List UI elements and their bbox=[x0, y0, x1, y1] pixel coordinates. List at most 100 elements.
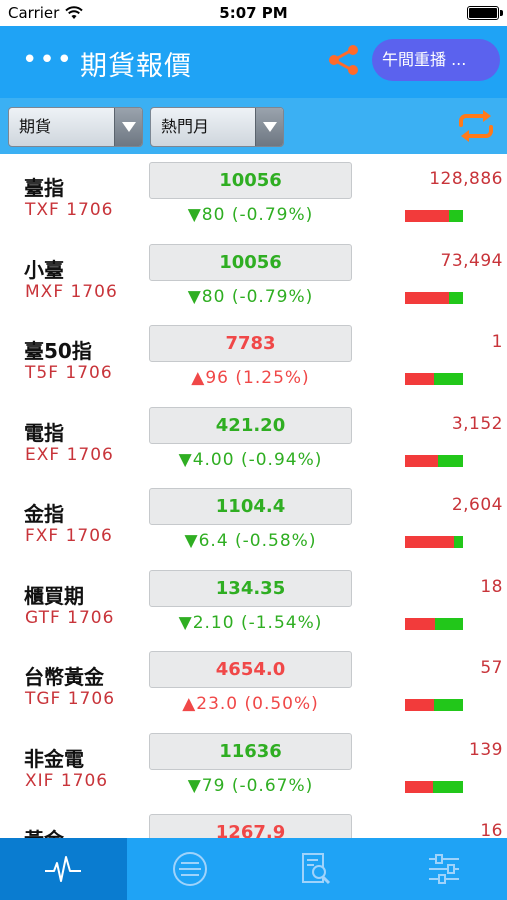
buy-sell-ratio-bar bbox=[405, 291, 463, 304]
contract-code: EXF 1706 bbox=[25, 444, 114, 465]
sell-ratio-segment bbox=[438, 454, 463, 467]
sell-ratio-segment bbox=[435, 617, 463, 630]
month-select-value: 熱門月 bbox=[161, 117, 210, 136]
refresh-icon[interactable] bbox=[455, 108, 497, 144]
trade-volume: 139 bbox=[469, 739, 503, 760]
page-title: 期貨報價 bbox=[80, 51, 192, 82]
contract-name: 台幣黃金 bbox=[24, 665, 104, 689]
contract-name: 非金電 bbox=[24, 746, 84, 771]
quote-row[interactable]: 電指 EXF 1706 421.20 ▼4.00 (-0.94%) 3,152 bbox=[0, 399, 507, 481]
contract-code: GTF 1706 bbox=[25, 607, 115, 628]
bottom-tab-bar bbox=[0, 838, 507, 900]
price-change: ▼6.4 (-0.58%) bbox=[184, 531, 317, 551]
chevron-down-icon bbox=[114, 108, 142, 146]
category-select-value: 期貨 bbox=[19, 117, 52, 136]
trade-volume: 128,886 bbox=[429, 169, 503, 189]
contract-code: FXF 1706 bbox=[25, 526, 113, 546]
price-box: 10056 bbox=[149, 243, 352, 281]
quote-row[interactable]: 櫃買期 GTF 1706 134.35 ▼2.10 (-1.54%) 18 bbox=[0, 562, 507, 644]
chevron-down-icon bbox=[255, 108, 283, 146]
buy-ratio-segment bbox=[405, 617, 436, 630]
trade-volume: 73,494 bbox=[440, 250, 503, 271]
contract-code: TXF 1706 bbox=[25, 200, 114, 220]
share-icon[interactable] bbox=[326, 42, 362, 78]
price-change: ▲96 (1.25%) bbox=[191, 368, 310, 388]
buy-sell-ratio-bar bbox=[405, 780, 463, 793]
quote-row[interactable]: 金指 FXF 1706 1104.4 ▼6.4 (-0.58%) 2,604 bbox=[0, 480, 507, 562]
price-change: ▼2.10 (-1.54%) bbox=[178, 612, 323, 633]
price-box: 1267.9 bbox=[149, 814, 352, 838]
filter-bar: 期貨 熱門月 bbox=[0, 98, 507, 154]
quote-row[interactable]: 台幣黃金 TGF 1706 4654.0 ▲23.0 (0.50%) 57 bbox=[0, 643, 507, 725]
contract-code: T5F 1706 bbox=[25, 363, 113, 383]
quote-row[interactable]: 臺50指 T5F 1706 7783 ▲96 (1.25%) 1 bbox=[0, 317, 507, 399]
sell-ratio-segment bbox=[432, 780, 463, 793]
contract-name: 臺50指 bbox=[24, 339, 92, 363]
buy-sell-ratio-bar bbox=[405, 210, 463, 222]
status-bar: Carrier 5:07 PM bbox=[0, 0, 507, 26]
list-circle-icon bbox=[173, 852, 208, 886]
contract-name: 電指 bbox=[24, 420, 64, 445]
buy-ratio-segment bbox=[405, 373, 434, 385]
price-box: 7783 bbox=[149, 325, 352, 362]
buy-ratio-segment bbox=[405, 699, 434, 711]
trade-volume: 3,152 bbox=[451, 413, 503, 434]
price-change: ▼80 (-0.79%) bbox=[187, 205, 314, 225]
quote-list[interactable]: 臺指 TXF 1706 10056 ▼80 (-0.79%) 128,886 小臺 MXF … bbox=[0, 154, 507, 838]
price-box: 421.20 bbox=[149, 406, 352, 444]
header-bar: ••• 期貨報價 午間重播 ... bbox=[0, 26, 507, 98]
buy-ratio-segment bbox=[405, 291, 450, 304]
sell-ratio-segment bbox=[434, 699, 463, 711]
document-search-icon bbox=[301, 853, 330, 885]
buy-ratio-segment bbox=[405, 210, 449, 222]
trade-volume: 2,604 bbox=[451, 495, 503, 515]
contract-name: 臺指 bbox=[24, 176, 64, 200]
contract-name: 小臺 bbox=[24, 257, 64, 282]
tab-quotes[interactable] bbox=[0, 838, 127, 900]
price-box: 4654.0 bbox=[149, 651, 352, 688]
price-box: 10056 bbox=[149, 162, 352, 199]
sell-ratio-segment bbox=[434, 373, 463, 385]
trade-volume: 1 bbox=[491, 332, 503, 352]
sell-ratio-segment bbox=[453, 536, 463, 548]
contract-name: 金指 bbox=[24, 502, 64, 526]
buy-ratio-segment bbox=[405, 454, 439, 467]
contract-name: 櫃買期 bbox=[24, 583, 84, 608]
trade-volume: 57 bbox=[480, 658, 503, 678]
quote-row[interactable]: 非金電 XIF 1706 11636 ▼79 (-0.67%) 139 bbox=[0, 725, 507, 807]
buy-ratio-segment bbox=[405, 780, 433, 793]
buy-sell-ratio-bar bbox=[405, 617, 463, 630]
quote-row[interactable]: 黃金GDF 17061267.916 bbox=[0, 806, 507, 838]
more-menu-icon[interactable]: ••• bbox=[22, 47, 74, 73]
sell-ratio-segment bbox=[448, 210, 463, 222]
trade-volume: 16 bbox=[480, 821, 503, 838]
session-replay-button[interactable]: 午間重播 ... bbox=[372, 39, 500, 81]
buy-ratio-segment bbox=[405, 536, 454, 548]
month-select[interactable]: 熱門月 bbox=[150, 107, 284, 147]
tab-list[interactable] bbox=[127, 838, 254, 900]
category-select[interactable]: 期貨 bbox=[8, 107, 143, 147]
contract-name: 黃金 bbox=[24, 824, 64, 838]
pulse-icon bbox=[45, 856, 82, 882]
price-change: ▼80 (-0.79%) bbox=[187, 286, 314, 307]
tab-search-report[interactable] bbox=[254, 838, 381, 900]
sliders-icon bbox=[428, 854, 459, 884]
contract-code: XIF 1706 bbox=[25, 770, 109, 791]
tab-settings[interactable] bbox=[380, 838, 507, 900]
sell-ratio-segment bbox=[449, 291, 463, 304]
price-change: ▼4.00 (-0.94%) bbox=[178, 449, 323, 470]
price-box: 11636 bbox=[149, 732, 352, 770]
quote-row[interactable]: 小臺 MXF 1706 10056 ▼80 (-0.79%) 73,494 bbox=[0, 236, 507, 318]
price-box: 1104.4 bbox=[149, 488, 352, 525]
contract-code: MXF 1706 bbox=[25, 281, 118, 302]
price-box: 134.35 bbox=[149, 569, 352, 607]
contract-code: TGF 1706 bbox=[25, 689, 116, 709]
buy-sell-ratio-bar bbox=[405, 373, 463, 385]
trade-volume: 18 bbox=[480, 576, 503, 597]
price-change: ▼79 (-0.67%) bbox=[187, 775, 314, 796]
quote-row[interactable]: 臺指 TXF 1706 10056 ▼80 (-0.79%) 128,886 bbox=[0, 154, 507, 236]
price-change: ▲23.0 (0.50%) bbox=[182, 694, 319, 714]
battery-icon bbox=[467, 6, 503, 20]
buy-sell-ratio-bar bbox=[405, 454, 463, 467]
status-time: 5:07 PM bbox=[219, 4, 288, 22]
